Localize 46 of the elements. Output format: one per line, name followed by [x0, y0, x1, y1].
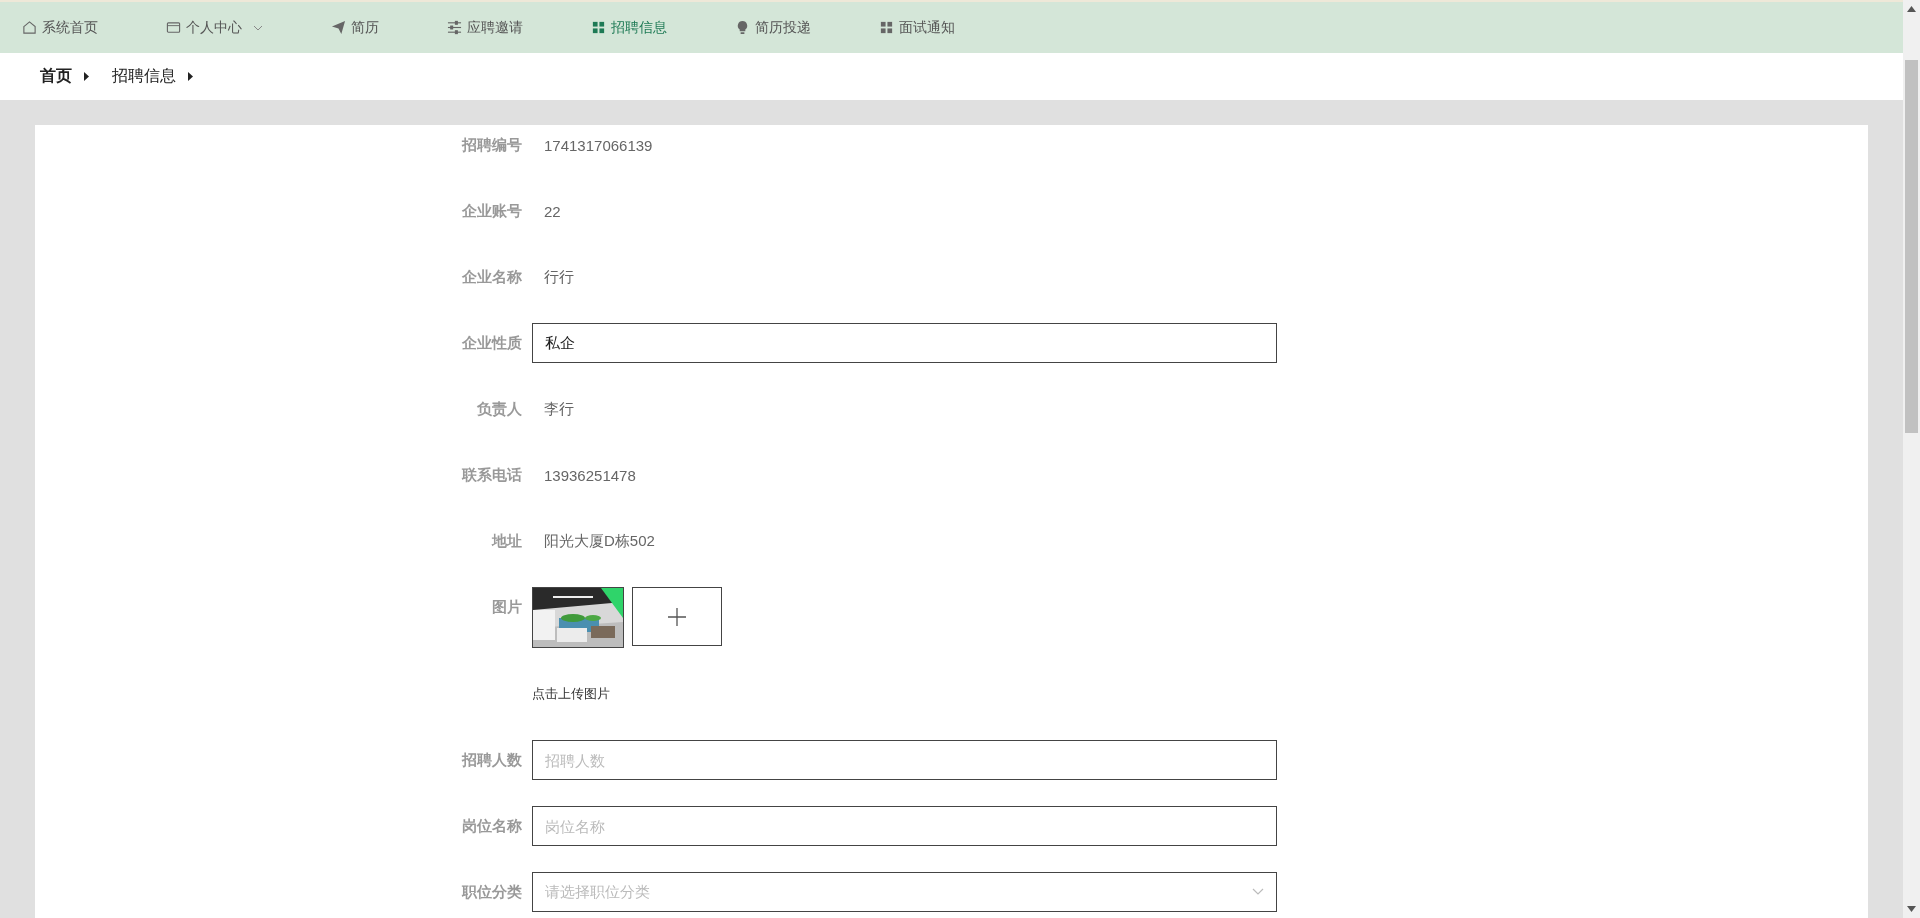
field-label: 招聘人数 [460, 750, 522, 770]
field-value: 1741317066139 [543, 136, 653, 154]
field-value: 阳光大厦D栋502 [543, 531, 655, 551]
nav-item[interactable]: 简历投递 [735, 18, 811, 37]
home-icon [22, 20, 37, 35]
scroll-down-icon [1907, 906, 1916, 912]
input-field[interactable]: 招聘人数 [532, 740, 1277, 780]
add-image-button[interactable] [632, 587, 722, 646]
nav-item[interactable]: 招聘信息 [591, 18, 667, 37]
input-field[interactable]: 岗位名称 [532, 806, 1277, 846]
field-label: 负责人 [476, 399, 522, 419]
plus-icon [667, 606, 687, 627]
sliders-icon [447, 20, 462, 35]
scrollbar-thumb[interactable] [1905, 60, 1918, 433]
nav-item[interactable]: 系统首页 [22, 18, 98, 37]
field-label: 企业名称 [461, 267, 522, 287]
nav-item[interactable]: 面试通知 [879, 18, 955, 37]
card-icon [166, 20, 181, 35]
field-value: 22 [543, 202, 561, 220]
grid-icon [591, 20, 606, 35]
field-label: 企业性质 [461, 333, 522, 353]
chevron-right-icon [84, 72, 90, 81]
input-field[interactable]: 私企 [532, 323, 1277, 363]
field-value: 13936251478 [543, 466, 636, 484]
field-value: 行行 [543, 267, 574, 287]
chevron-right-icon [188, 72, 194, 81]
chevron-down-icon [1252, 888, 1264, 896]
field-label: 招聘编号 [460, 135, 522, 155]
nav-item[interactable]: 简历 [331, 18, 379, 37]
breadcrumb-link[interactable]: 招聘信息 [112, 66, 176, 87]
nav-item[interactable]: 个人中心 [166, 18, 263, 37]
nav-item[interactable]: 应聘邀请 [447, 18, 523, 37]
breadcrumb-link[interactable]: 首页 [40, 66, 72, 87]
field-value: 李行 [543, 399, 574, 419]
upload-hint: 点击上传图片 [532, 685, 610, 703]
field-label: 地址 [490, 531, 522, 551]
field-label: 联系电话 [461, 465, 522, 485]
scrollbar[interactable] [1903, 0, 1920, 918]
field-label: 图片 [491, 597, 522, 617]
field-label: 职位分类 [461, 882, 522, 902]
scroll-up-icon [1907, 6, 1916, 12]
paper-plane-icon [331, 20, 346, 35]
bulb-icon [735, 20, 750, 35]
field-label: 岗位名称 [461, 816, 522, 836]
grid-icon [879, 20, 894, 35]
field-label: 企业账号 [461, 201, 522, 221]
